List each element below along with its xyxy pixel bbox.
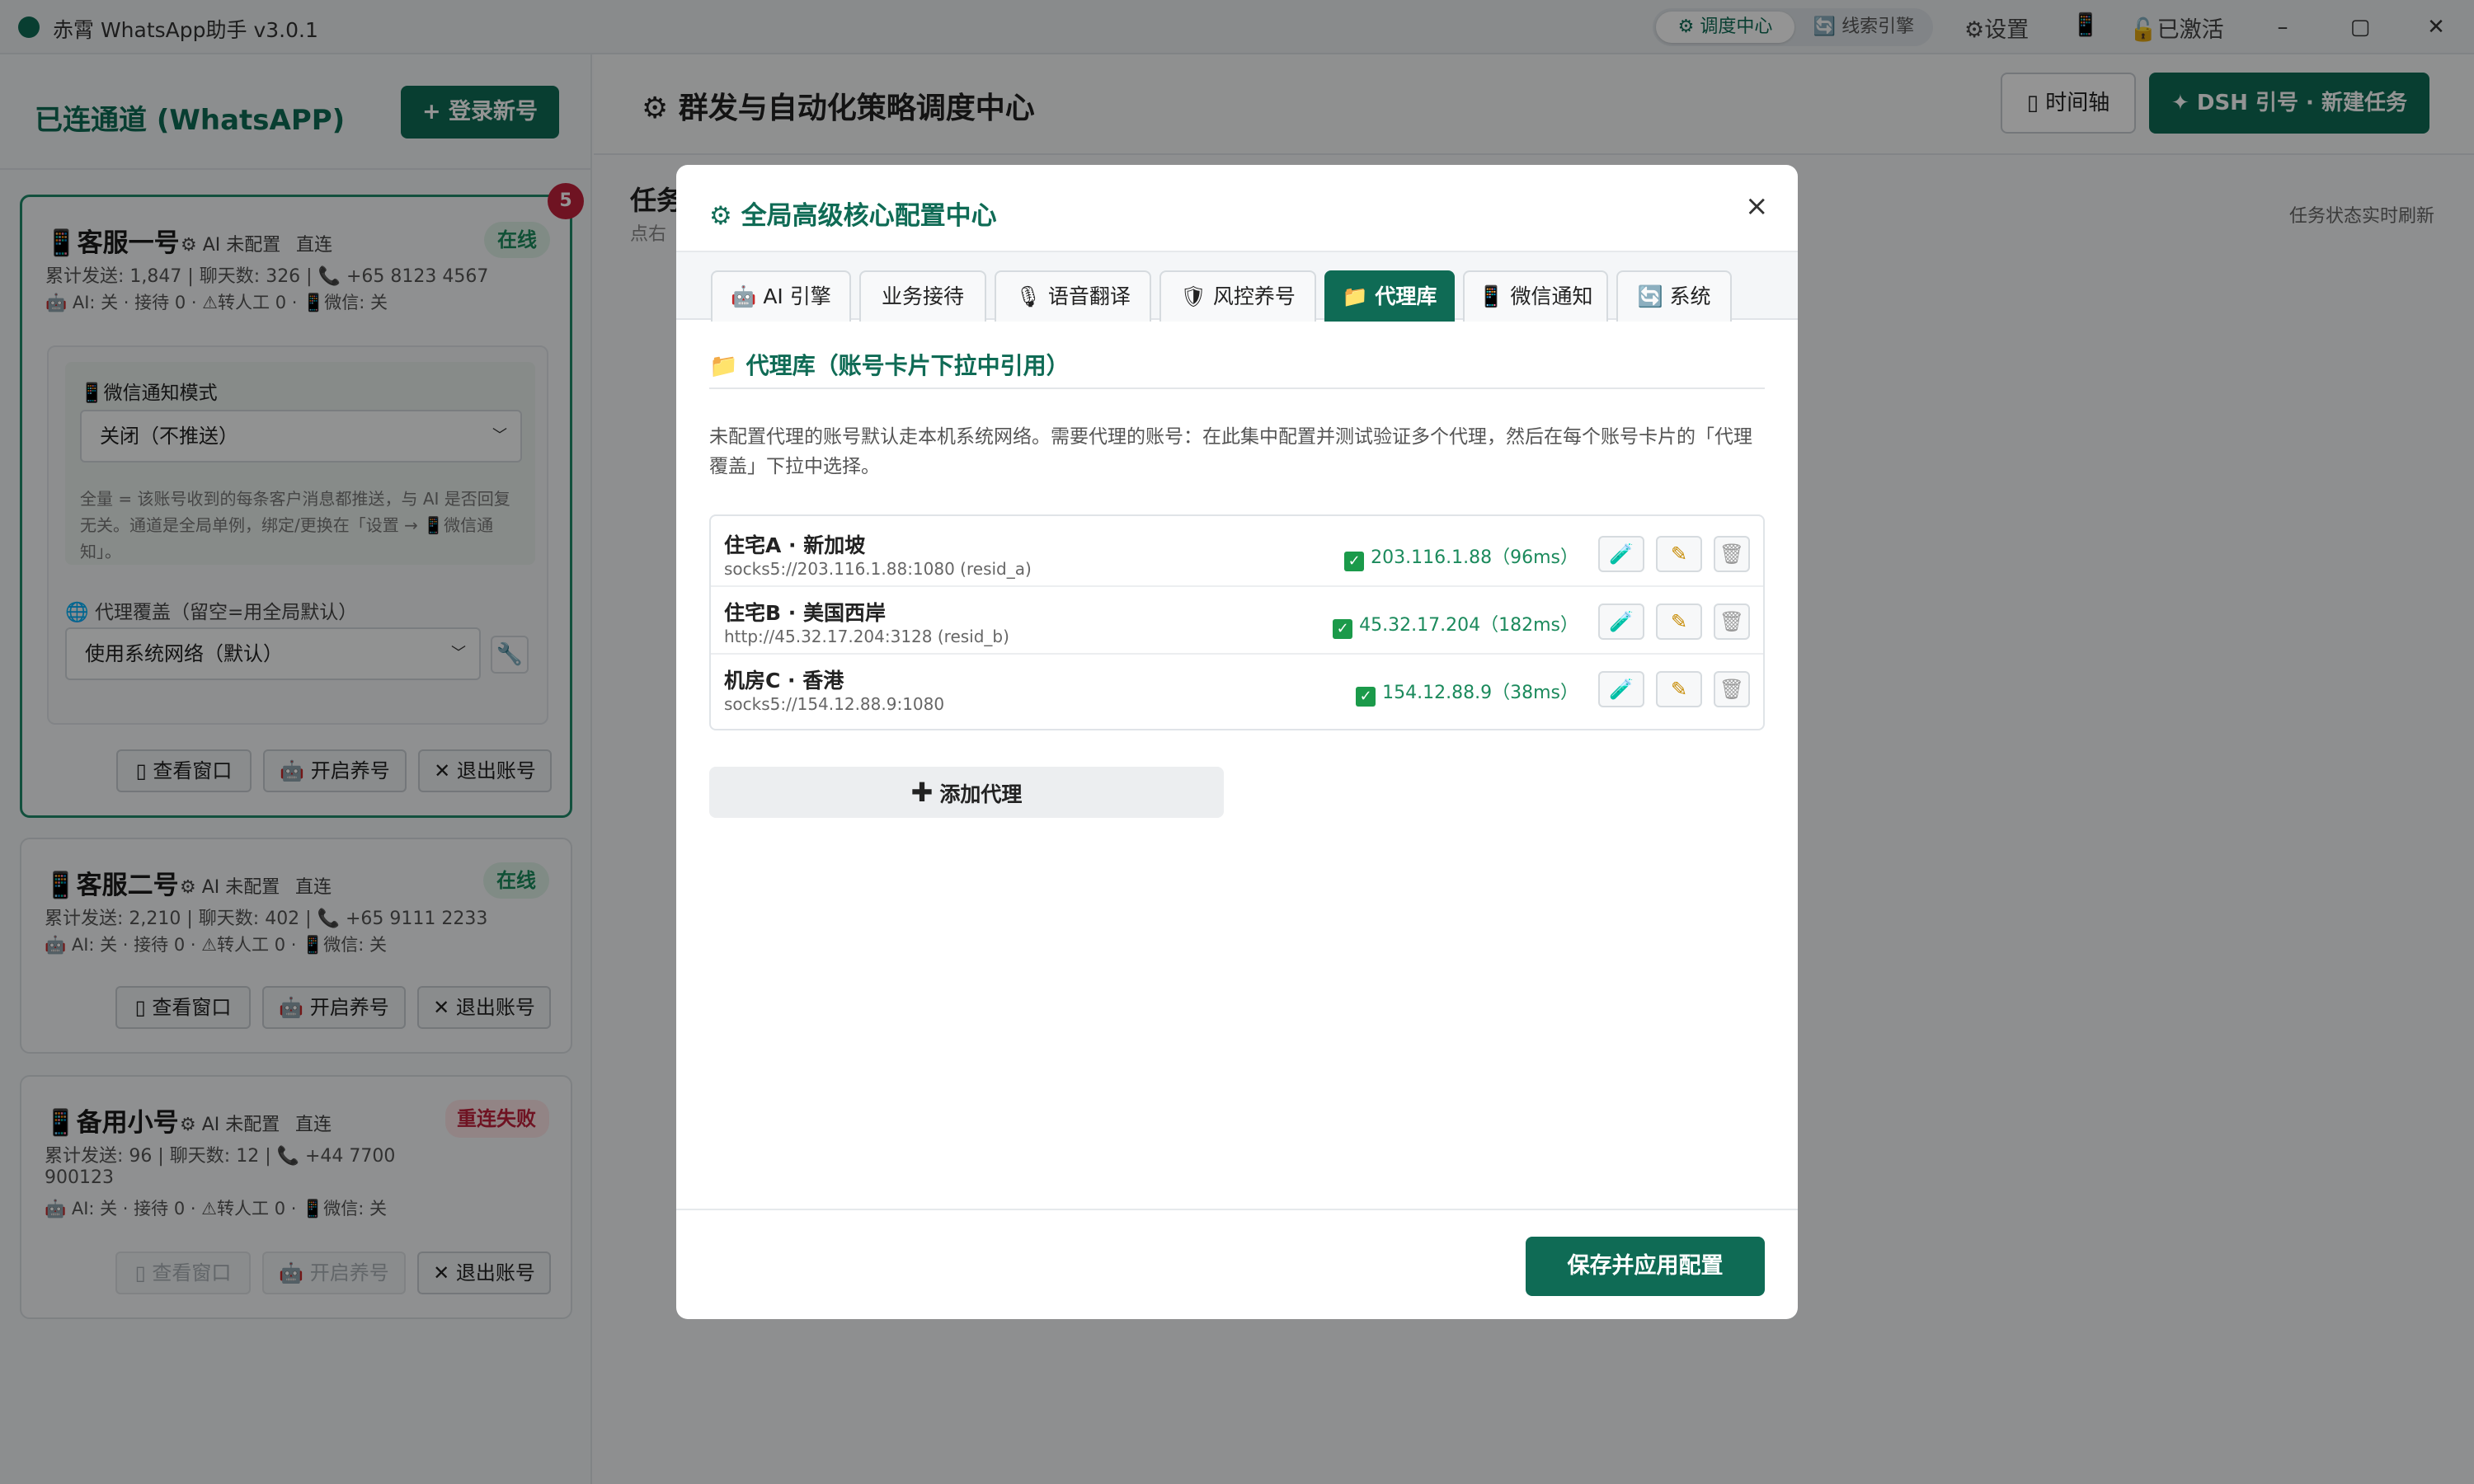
- proxy-status: ✓ 154.12.88.9（38ms）: [1356, 678, 1578, 707]
- modal-title: ⚙ 全局高级核心配置中心: [709, 201, 997, 231]
- config-modal: ⚙ 全局高级核心配置中心 × 🤖 AI 引擎 业务接待 🎙 语音翻译 🛡 风控养…: [676, 165, 1798, 1319]
- proxy-url: socks5://203.116.1.88:1080 (resid_a): [724, 559, 1032, 579]
- proxy-status: ✓ 45.32.17.204（182ms）: [1333, 610, 1578, 639]
- proxy-name: 机房C · 香港: [724, 669, 844, 693]
- section-divider: [709, 387, 1765, 389]
- check-icon: ✓: [1356, 687, 1376, 707]
- test-proxy-icon[interactable]: 🧪: [1598, 536, 1644, 572]
- proxy-url: http://45.32.17.204:3128 (resid_b): [724, 627, 1009, 646]
- modal-tabs: 🤖 AI 引擎 业务接待 🎙 语音翻译 🛡 风控养号 📁 代理库 📱 微信通知 …: [676, 252, 1798, 322]
- modal-footer: 保存并应用配置: [676, 1209, 1798, 1319]
- proxy-name: 住宅B · 美国西岸: [724, 601, 886, 625]
- edit-icon[interactable]: ✎: [1656, 536, 1702, 572]
- proxy-row: 住宅A · 新加坡 socks5://203.116.1.88:1080 (re…: [711, 521, 1763, 587]
- delete-icon[interactable]: 🗑: [1714, 603, 1750, 640]
- test-proxy-icon[interactable]: 🧪: [1598, 603, 1644, 640]
- save-apply-button[interactable]: 保存并应用配置: [1526, 1237, 1765, 1296]
- tab-reception[interactable]: 业务接待: [859, 270, 986, 322]
- edit-icon[interactable]: ✎: [1656, 603, 1702, 640]
- delete-icon[interactable]: 🗑: [1714, 536, 1750, 572]
- close-icon[interactable]: ×: [1745, 190, 1769, 223]
- edit-icon[interactable]: ✎: [1656, 671, 1702, 707]
- proxy-status: ✓ 203.116.1.88（96ms）: [1344, 542, 1578, 571]
- proxy-list: 住宅A · 新加坡 socks5://203.116.1.88:1080 (re…: [709, 514, 1765, 730]
- tab-wechat-notify[interactable]: 📱 微信通知: [1463, 270, 1608, 322]
- section-title: 📁 代理库（账号卡片下拉中引用）: [709, 352, 1070, 379]
- modal-header: ⚙ 全局高级核心配置中心 ×: [676, 165, 1798, 252]
- plus-icon: ✚: [910, 777, 934, 808]
- proxy-row: 机房C · 香港 socks5://154.12.88.9:1080 ✓ 154.…: [711, 656, 1763, 722]
- tab-system[interactable]: 🔄 系统: [1616, 270, 1732, 322]
- proxy-url: socks5://154.12.88.9:1080: [724, 694, 945, 714]
- proxy-row: 住宅B · 美国西岸 http://45.32.17.204:3128 (res…: [711, 589, 1763, 655]
- proxy-name: 住宅A · 新加坡: [724, 533, 866, 557]
- test-proxy-icon[interactable]: 🧪: [1598, 671, 1644, 707]
- check-icon: ✓: [1344, 552, 1365, 571]
- check-icon: ✓: [1333, 619, 1353, 639]
- delete-icon[interactable]: 🗑: [1714, 671, 1750, 707]
- tab-risk-control[interactable]: 🛡 风控养号: [1159, 270, 1316, 322]
- tab-ai-engine[interactable]: 🤖 AI 引擎: [711, 270, 851, 322]
- tab-voice-translate[interactable]: 🎙 语音翻译: [995, 270, 1151, 322]
- tab-proxy-pool[interactable]: 📁 代理库: [1324, 270, 1455, 322]
- section-description: 未配置代理的账号默认走本机系统网络。需要代理的账号：在此集中配置并测试验证多个代…: [709, 426, 1752, 477]
- add-proxy-button[interactable]: ✚ 添加代理: [709, 767, 1224, 818]
